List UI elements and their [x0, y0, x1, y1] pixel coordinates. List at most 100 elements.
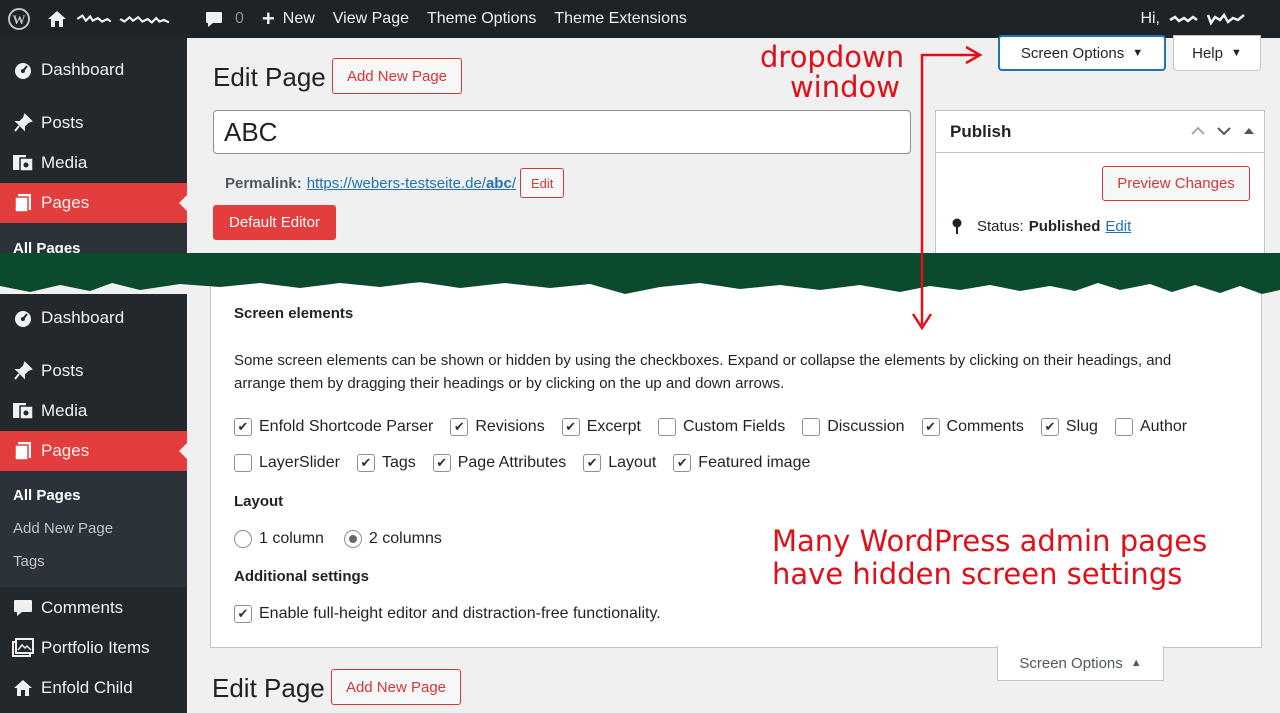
menu-dashboard[interactable]: Dashboard	[0, 298, 187, 338]
box-controls	[1190, 123, 1256, 139]
new-content-menu[interactable]: + New	[253, 0, 324, 38]
checkbox-enfold-shortcode-parser[interactable]: ✔ Enfold Shortcode Parser	[234, 418, 433, 436]
menu-portfolio-items[interactable]: Portfolio Items	[0, 628, 187, 668]
pages-icon	[10, 440, 36, 462]
checkbox-layerslider[interactable]: LayerSlider	[234, 454, 340, 472]
checkbox-label: Comments	[946, 418, 1024, 435]
menu-media[interactable]: Media	[0, 143, 187, 183]
checkbox-excerpt[interactable]: ✔ Excerpt	[561, 418, 641, 436]
menu-label: Media	[41, 153, 88, 172]
menu-posts[interactable]: Posts	[0, 103, 187, 143]
menu-posts[interactable]: Posts	[0, 351, 187, 391]
menu-comments[interactable]: Comments	[0, 588, 187, 628]
additional-settings-row: ✔ Enable full-height editor and distracti…	[234, 605, 661, 623]
caret-up-icon: ▲	[1130, 657, 1142, 669]
theme-extensions-link[interactable]: Theme Extensions	[545, 0, 696, 38]
help-label: Help	[1192, 44, 1223, 62]
comments-bubble[interactable]: 0	[196, 0, 253, 38]
permalink-link[interactable]: https://webers-testseite.de/abc/	[307, 175, 516, 192]
menu-label: Enfold Child	[41, 678, 133, 697]
wordpress-logo-icon[interactable]: W	[0, 0, 38, 38]
site-home-icon[interactable]	[38, 0, 196, 38]
caret-down-icon: ▼	[1230, 47, 1242, 59]
permalink-base: https://webers-testseite.de/	[306, 174, 486, 192]
publish-status: Status: Published Edit	[950, 217, 1131, 235]
greeting-text: Hi,	[1140, 10, 1160, 27]
additional-settings-heading: Additional settings	[234, 568, 369, 585]
permalink-slug: abc	[485, 174, 512, 192]
menu-dashboard[interactable]: Dashboard	[0, 50, 187, 90]
checkbox-author[interactable]: Author	[1114, 418, 1187, 436]
page-title: Edit Page	[212, 673, 325, 703]
help-tab[interactable]: Help ▼	[1173, 35, 1261, 71]
comment-icon	[10, 597, 36, 619]
checkbox-page-attributes[interactable]: ✔ Page Attributes	[432, 454, 567, 472]
checkbox-label: Tags	[381, 454, 416, 471]
default-editor-button[interactable]: Default Editor	[213, 205, 336, 240]
pages-icon	[10, 192, 36, 214]
menu-enfold-child[interactable]: Enfold Child	[0, 668, 187, 708]
chevron-up-icon[interactable]	[1190, 123, 1206, 139]
status-edit-link[interactable]: Edit	[1105, 218, 1131, 235]
new-label: New	[282, 10, 315, 27]
publish-box: Publish Preview Changes Status: Publishe…	[935, 110, 1265, 260]
view-page-link[interactable]: View Page	[324, 0, 418, 38]
menu-pages[interactable]: Pages	[0, 183, 187, 223]
description-line: Some screen elements can be shown or hid…	[234, 352, 1172, 369]
radio-2-columns[interactable]: 2 columns	[343, 530, 442, 548]
annotation-line: have hidden screen settings	[772, 557, 1183, 591]
menu-label: Posts	[41, 361, 84, 380]
checkmark-icon: ✔	[432, 454, 451, 472]
menu-pages[interactable]: Pages	[0, 431, 187, 471]
checkbox-featured-image[interactable]: ✔ Featured image	[673, 454, 810, 472]
admin-bar: W 0 + New View Page Theme Options Theme …	[0, 0, 1280, 38]
checkbox-custom-fields[interactable]: Custom Fields	[657, 418, 785, 436]
checkbox-label: Enfold Shortcode Parser	[259, 418, 434, 435]
permalink-edit-button[interactable]: Edit	[520, 168, 565, 198]
media-icon	[10, 400, 36, 422]
page-title-input[interactable]: ABC	[213, 110, 911, 154]
add-new-page-button[interactable]: Add New Page	[332, 58, 462, 94]
menu-label: Pages	[41, 193, 90, 212]
checkbox-comments[interactable]: ✔ Comments	[921, 418, 1024, 436]
checkbox-tags[interactable]: ✔ Tags	[356, 454, 416, 472]
menu-label: Posts	[41, 113, 84, 132]
redacted-username	[1169, 12, 1245, 26]
submenu-all-pages[interactable]: All Pages	[13, 487, 81, 504]
menu-media[interactable]: Media	[0, 391, 187, 431]
checkbox-full-height-editor[interactable]: ✔ Enable full-height editor and distracti…	[234, 605, 661, 623]
screen-elements-row-2: LayerSlider ✔ Tags ✔ Page Attributes ✔ Layo…	[234, 454, 810, 472]
submenu-tags[interactable]: Tags	[13, 553, 45, 570]
collapse-triangle-icon[interactable]	[1242, 123, 1256, 139]
description-line: arrange them by dragging their headings …	[234, 375, 785, 392]
checkmark-icon: ✔	[356, 454, 375, 472]
svg-text:W: W	[13, 12, 26, 27]
checkbox-discussion[interactable]: Discussion	[802, 418, 905, 436]
checkbox-layout[interactable]: ✔ Layout	[583, 454, 656, 472]
caret-down-icon: ▼	[1132, 47, 1144, 59]
media-icon	[10, 152, 36, 174]
preview-changes-button[interactable]: Preview Changes	[1102, 166, 1250, 201]
screen-options-tab[interactable]: Screen Options ▼	[998, 35, 1166, 71]
screen-elements-row-1: ✔ Enfold Shortcode Parser ✔ Revisions ✔ Exc…	[234, 418, 1187, 436]
annotation-line: window	[789, 70, 900, 104]
chevron-down-icon[interactable]	[1216, 123, 1232, 139]
checkbox-label: Page Attributes	[457, 454, 567, 471]
submenu-add-new-page[interactable]: Add New Page	[13, 520, 113, 537]
radio-1-column[interactable]: 1 column	[234, 530, 324, 548]
theme-options-link[interactable]: Theme Options	[418, 0, 545, 38]
checkbox-label: LayerSlider	[259, 454, 340, 471]
screen-elements-heading: Screen elements	[234, 305, 354, 322]
page-title: Edit Page	[213, 62, 326, 92]
checkmark-icon: ✔	[673, 454, 692, 472]
status-value: Published	[1028, 217, 1101, 235]
menu-label: Dashboard	[41, 60, 125, 79]
torn-paper-divider	[0, 253, 1280, 294]
checkbox-revisions[interactable]: ✔ Revisions	[450, 418, 545, 436]
account-menu[interactable]: Hi,	[1140, 0, 1248, 38]
layout-options: 1 column 2 columns	[234, 530, 442, 548]
checkbox-slug[interactable]: ✔ Slug	[1040, 418, 1098, 436]
screen-options-tab-open[interactable]: Screen Options ▲	[997, 646, 1164, 681]
add-new-page-button[interactable]: Add New Page	[331, 669, 461, 705]
checkbox-label: Layout	[608, 454, 657, 471]
